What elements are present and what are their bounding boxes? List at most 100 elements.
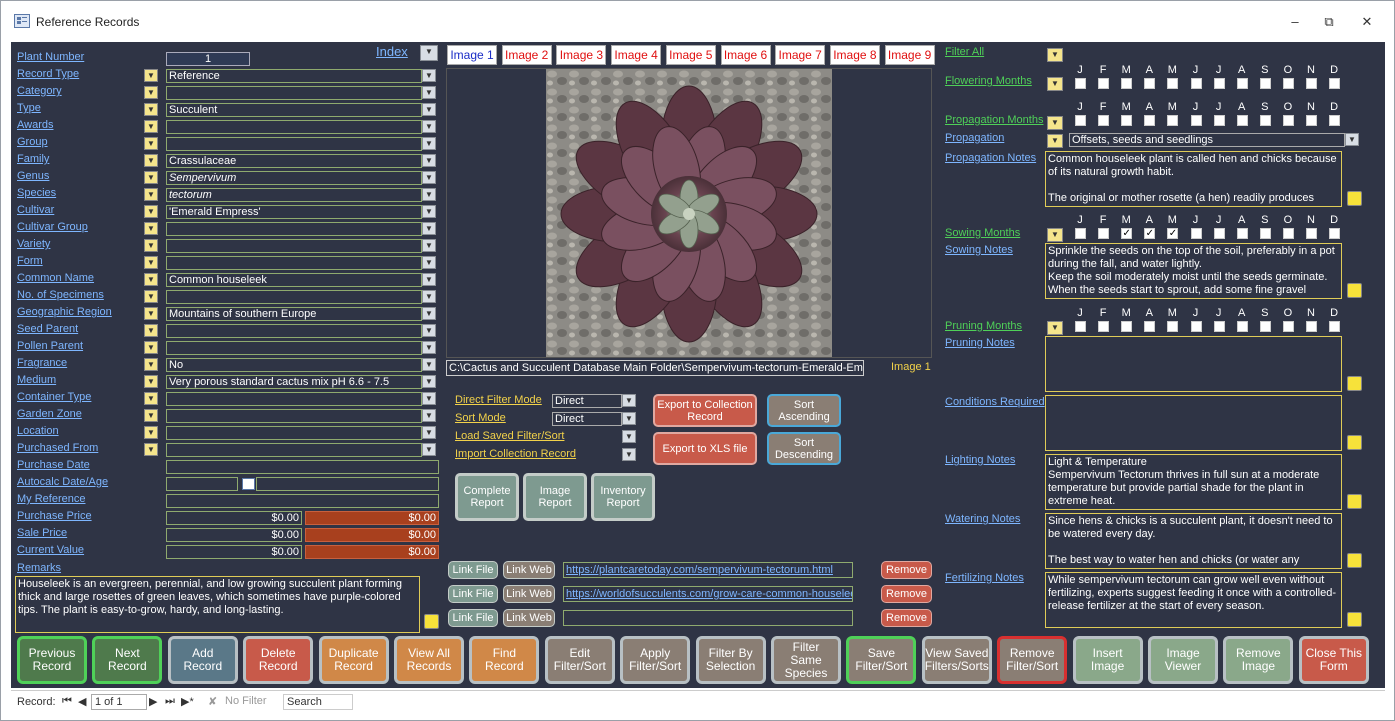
field-label[interactable]: My Reference — [17, 493, 85, 505]
bottom-action-button[interactable]: View All Records — [394, 636, 464, 684]
field-label[interactable]: Group — [17, 136, 48, 148]
link-web-button[interactable]: Link Web — [503, 561, 555, 579]
import-collection-record-link[interactable]: Import Collection Record — [455, 448, 576, 460]
link-file-button[interactable]: Link File — [448, 561, 498, 579]
month-checkbox[interactable] — [1144, 115, 1156, 126]
watering-notes[interactable]: Since hens & chicks is a succulent plant… — [1045, 513, 1342, 569]
field-value[interactable] — [166, 120, 422, 134]
export-collection-button[interactable]: Export to Collection Record — [653, 394, 757, 427]
section-label[interactable]: Sowing Months — [945, 227, 1020, 239]
direct-filter-mode-label[interactable]: Direct Filter Mode — [455, 394, 542, 406]
chevron-down-icon[interactable]: ▼ — [1345, 133, 1359, 146]
filter-button[interactable]: ▼ — [1047, 116, 1063, 130]
edit-list-button[interactable]: ▼ — [144, 171, 158, 184]
field-label[interactable]: Fragrance — [17, 357, 67, 369]
field-label[interactable]: Cultivar — [17, 204, 54, 216]
bottom-action-button[interactable]: Find Record — [469, 636, 540, 684]
edit-list-button[interactable]: ▼ — [144, 256, 158, 269]
section-label[interactable]: Fertilizing Notes — [945, 572, 1024, 584]
load-saved-filter-link[interactable]: Load Saved Filter/Sort — [455, 430, 564, 442]
tab-image-4[interactable]: Image 4 — [611, 45, 662, 65]
edit-list-button[interactable]: ▼ — [144, 103, 158, 116]
first-record-icon[interactable]: ⏮ — [62, 695, 72, 708]
chevron-down-icon[interactable]: ▼ — [422, 86, 436, 99]
search-field[interactable]: Search — [283, 694, 353, 710]
field-label[interactable]: Medium — [17, 374, 56, 386]
edit-list-button[interactable]: ▼ — [144, 443, 158, 456]
edit-list-button[interactable]: ▼ — [144, 137, 158, 150]
chevron-down-icon[interactable]: ▼ — [422, 290, 436, 303]
field-label[interactable]: Variety — [17, 238, 50, 250]
month-checkbox[interactable]: ✓ — [1167, 228, 1179, 239]
bottom-action-button[interactable]: Insert Image — [1072, 636, 1143, 684]
month-checkbox[interactable] — [1190, 321, 1202, 332]
edit-list-button[interactable]: ▼ — [144, 222, 158, 235]
month-checkbox[interactable] — [1213, 228, 1225, 239]
section-label[interactable]: Sowing Notes — [945, 244, 1013, 256]
field-label[interactable]: Common Name — [17, 272, 94, 284]
month-checkbox[interactable] — [1213, 321, 1225, 332]
month-checkbox[interactable]: ✓ — [1121, 228, 1133, 239]
tab-image-9[interactable]: Image 9 — [884, 45, 935, 65]
close-icon[interactable]: ✕ — [1357, 13, 1377, 31]
month-checkbox[interactable]: ✓ — [1144, 228, 1156, 239]
month-checkbox[interactable] — [1236, 78, 1248, 89]
section-label[interactable]: Pruning Notes — [945, 337, 1015, 349]
filter-button[interactable]: ▼ — [1047, 77, 1063, 91]
bottom-action-button[interactable]: Remove Image — [1223, 636, 1294, 684]
chevron-down-icon[interactable]: ▼ — [422, 341, 436, 354]
field-value[interactable]: Succulent — [166, 103, 422, 117]
month-checkbox[interactable] — [1098, 321, 1110, 332]
link-file-button[interactable]: Link File — [448, 609, 498, 627]
bottom-action-button[interactable]: Previous Record — [17, 636, 87, 684]
section-label[interactable]: Pruning Months — [945, 320, 1022, 332]
bottom-action-button[interactable]: Save Filter/Sort — [846, 636, 917, 684]
link-web-button[interactable]: Link Web — [503, 585, 555, 603]
field-value[interactable]: 'Emerald Empress' — [166, 205, 422, 219]
chevron-down-icon[interactable]: ▼ — [422, 205, 436, 218]
report-button[interactable]: Inventory Report — [591, 473, 655, 521]
tab-image-6[interactable]: Image 6 — [720, 45, 771, 65]
bottom-action-button[interactable]: Close This Form — [1298, 636, 1369, 684]
chevron-down-icon[interactable]: ▼ — [422, 222, 436, 235]
field-value[interactable] — [166, 137, 422, 151]
edit-list-button[interactable]: ▼ — [144, 341, 158, 354]
month-checkbox[interactable] — [1075, 321, 1086, 332]
price-label[interactable]: Purchase Price — [17, 510, 92, 522]
price-field[interactable]: $0.00 — [166, 545, 302, 559]
field-label[interactable]: Seed Parent — [17, 323, 78, 335]
chevron-down-icon[interactable]: ▼ — [422, 256, 436, 269]
month-checkbox[interactable] — [1075, 115, 1086, 126]
conditions-required[interactable] — [1045, 395, 1342, 451]
field-label[interactable]: Cultivar Group — [17, 221, 88, 233]
field-label[interactable]: Container Type — [17, 391, 91, 403]
tab-image-8[interactable]: Image 8 — [829, 45, 880, 65]
zoom-button[interactable] — [1347, 283, 1362, 298]
chevron-down-icon[interactable]: ▼ — [422, 443, 436, 456]
edit-list-button[interactable]: ▼ — [144, 273, 158, 286]
month-checkbox[interactable] — [1236, 228, 1248, 239]
image-path-field[interactable]: C:\Cactus and Succulent Database Main Fo… — [446, 360, 864, 376]
price-field[interactable]: $0.00 — [166, 528, 302, 542]
field-label[interactable]: Awards — [17, 119, 53, 131]
remove-link-button[interactable]: Remove — [881, 609, 932, 627]
new-record-icon[interactable]: ▶* — [181, 695, 194, 708]
report-button[interactable]: Image Report — [523, 473, 587, 521]
report-button[interactable]: Complete Report — [455, 473, 519, 521]
month-checkbox[interactable] — [1075, 78, 1086, 89]
field-label[interactable]: Record Type — [17, 68, 79, 80]
edit-list-button[interactable]: ▼ — [144, 426, 158, 439]
zoom-button[interactable] — [1347, 191, 1362, 206]
record-number-field[interactable]: 1 of 1 — [91, 694, 147, 710]
last-record-icon[interactable]: ⏭ — [165, 695, 175, 708]
edit-list-button[interactable]: ▼ — [144, 120, 158, 133]
month-checkbox[interactable] — [1213, 78, 1225, 89]
field-label[interactable]: Location — [17, 425, 59, 437]
calendar-icon[interactable] — [242, 478, 255, 490]
filter-all-button[interactable]: ▼ — [1047, 48, 1063, 62]
chevron-down-icon[interactable]: ▼ — [422, 120, 436, 133]
fertilizing-notes[interactable]: While sempervivum tectorum can grow well… — [1045, 572, 1342, 628]
lighting-notes[interactable]: Light & Temperature Sempervivum Tectorum… — [1045, 454, 1342, 510]
bottom-action-button[interactable]: Remove Filter/Sort — [997, 636, 1068, 684]
zoom-button[interactable] — [1347, 612, 1362, 627]
